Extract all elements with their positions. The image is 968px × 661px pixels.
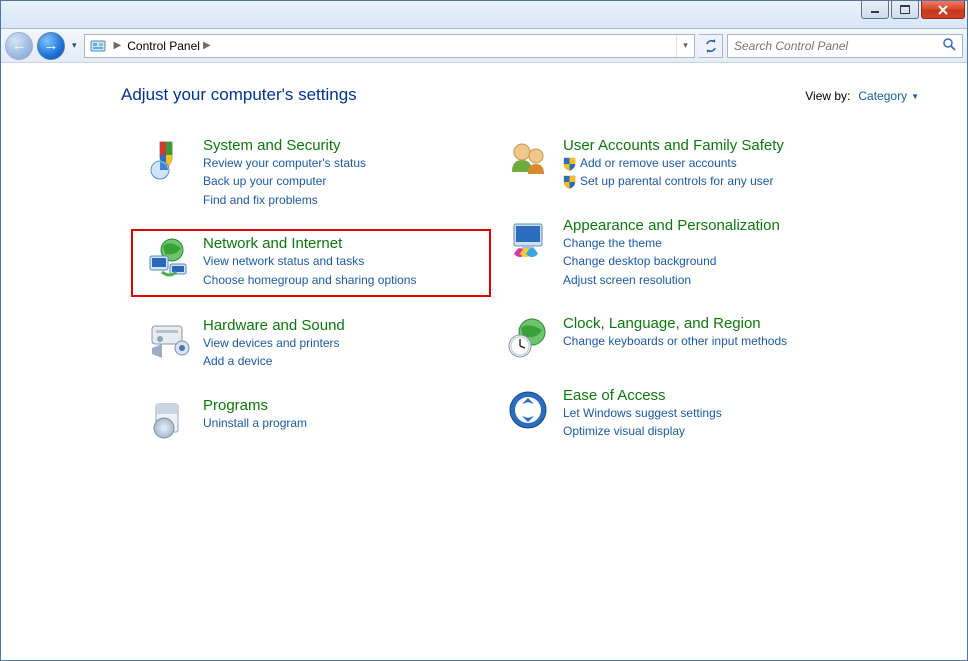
ease-of-access-icon [505,387,551,433]
view-by-control: View by: Category ▼ [805,89,919,103]
category-link[interactable]: Adjust screen resolution [563,272,780,289]
category-ease-of-access: Ease of Access Let Windows suggest setti… [499,383,849,445]
search-input[interactable] [734,39,942,53]
category-title[interactable]: System and Security [203,137,366,154]
maximize-button[interactable] [891,1,919,19]
recent-locations-button[interactable]: ▾ [69,40,80,51]
forward-button[interactable]: → [37,32,65,60]
back-button[interactable]: ← [5,32,33,60]
view-by-value: Category [858,89,907,103]
category-title[interactable]: Hardware and Sound [203,317,345,334]
user-accounts-icon [505,137,551,183]
category-column-right: User Accounts and Family Safety Add or r… [499,133,849,447]
category-user-accounts: User Accounts and Family Safety Add or r… [499,133,849,195]
close-button[interactable] [921,1,965,19]
search-box[interactable] [727,34,963,58]
category-link[interactable]: Add a device [203,353,345,370]
category-title[interactable]: Network and Internet [203,235,416,252]
category-link[interactable]: Let Windows suggest settings [563,405,722,422]
category-title[interactable]: Ease of Access [563,387,722,404]
category-programs: Programs Uninstall a program [139,393,489,447]
category-link[interactable]: View devices and printers [203,335,345,352]
system-security-icon [145,137,191,183]
arrow-left-icon: ← [12,38,27,53]
category-appearance: Appearance and Personalization Change th… [499,213,849,293]
uac-shield-icon [563,175,576,189]
category-title[interactable]: Clock, Language, and Region [563,315,787,332]
refresh-button[interactable] [699,34,723,58]
category-link[interactable]: Back up your computer [203,173,366,190]
category-column-left: System and Security Review your computer… [139,133,489,447]
hardware-sound-icon [145,317,191,363]
navigation-bar: ← → ▾ ▶ Control Panel ▶ ▾ [1,29,967,63]
category-link[interactable]: Choose homegroup and sharing options [203,272,416,289]
clock-region-icon [505,315,551,361]
category-link[interactable]: Change keyboards or other input methods [563,333,787,350]
category-link[interactable]: Uninstall a program [203,415,307,432]
appearance-icon [505,217,551,263]
category-network-and-internet: Network and Internet View network status… [131,229,491,297]
minimize-button[interactable] [861,1,889,19]
category-link[interactable]: Optimize visual display [563,423,722,440]
search-icon [942,37,956,54]
category-link[interactable]: Find and fix problems [203,192,366,209]
category-title[interactable]: User Accounts and Family Safety [563,137,784,154]
category-link[interactable]: View network status and tasks [203,253,416,270]
page-title: Adjust your computer's settings [121,85,357,105]
network-internet-icon [145,235,191,281]
window-titlebar [1,1,967,29]
category-title[interactable]: Programs [203,397,307,414]
content-area: Adjust your computer's settings View by:… [1,63,967,660]
programs-icon [145,397,191,443]
category-link[interactable]: Set up parental controls for any user [563,173,784,190]
category-link[interactable]: Add or remove user accounts [563,155,784,172]
category-system-and-security: System and Security Review your computer… [139,133,489,213]
category-link[interactable]: Change desktop background [563,253,780,270]
arrow-right-icon: → [44,38,59,53]
address-history-button[interactable]: ▾ [676,35,694,57]
breadcrumb-item[interactable]: Control Panel [127,39,200,53]
view-by-dropdown[interactable]: Category ▼ [858,89,919,103]
uac-shield-icon [563,157,576,171]
chevron-down-icon: ▼ [911,92,919,101]
category-hardware-and-sound: Hardware and Sound View devices and prin… [139,313,489,375]
category-link[interactable]: Review your computer's status [203,155,366,172]
category-clock-language-region: Clock, Language, and Region Change keybo… [499,311,849,365]
control-panel-icon [89,37,107,55]
view-by-label: View by: [805,89,850,103]
breadcrumb-separator-icon: ▶ [111,40,128,51]
breadcrumb-separator-icon[interactable]: ▶ [200,40,217,51]
address-bar[interactable]: ▶ Control Panel ▶ ▾ [84,34,695,58]
category-title[interactable]: Appearance and Personalization [563,217,780,234]
category-link[interactable]: Change the theme [563,235,780,252]
